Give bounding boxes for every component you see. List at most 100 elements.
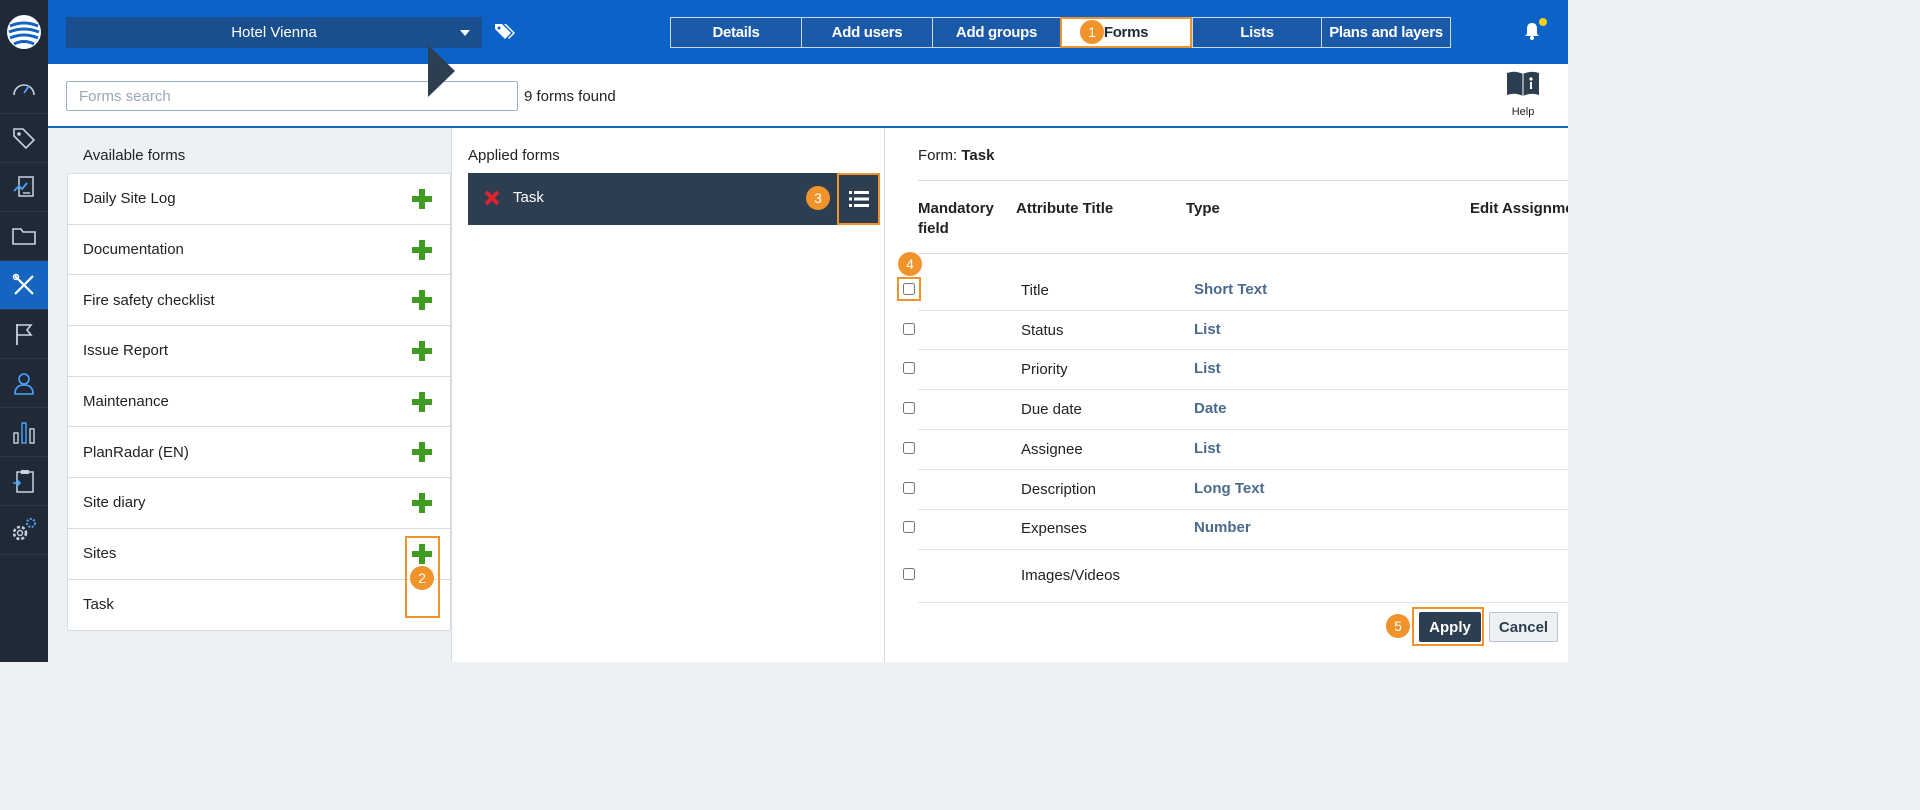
add-icon[interactable] [412, 493, 432, 514]
list-item[interactable]: Fire safety checklist [68, 275, 450, 327]
form-name: Issue Report [83, 342, 169, 360]
attribute-type[interactable]: List [1194, 321, 1221, 338]
add-icon[interactable] [412, 189, 432, 209]
bell-icon[interactable] [1524, 22, 1540, 45]
applied-form-name: Task [513, 189, 544, 206]
mandatory-checkbox[interactable] [903, 442, 915, 454]
callout-marker: 4 [898, 252, 922, 276]
search-row: 9 forms found Help [48, 64, 1568, 128]
project-name: Hotel Vienna [231, 24, 317, 41]
tags-icon[interactable] [0, 114, 48, 163]
mandatory-checkbox[interactable] [903, 323, 915, 335]
form-name: Documentation [83, 241, 184, 259]
available-forms-list: Daily Site Log Documentation Fire safety… [67, 173, 451, 632]
form-name: Task [961, 147, 995, 164]
form-title: Form: Task [918, 147, 994, 164]
available-forms-title: Available forms [83, 147, 186, 164]
mandatory-checkbox[interactable] [903, 362, 915, 374]
list-item[interactable]: Issue Report [68, 326, 450, 377]
available-forms-panel: Available forms Daily Site Log Documenta… [48, 128, 451, 662]
form-name: PlanRadar (EN) [83, 443, 189, 461]
divider [918, 549, 1568, 550]
divider [918, 469, 1568, 470]
chevron-down-icon [460, 30, 470, 36]
tab-bar: Details Add users Add groups Forms Lists… [670, 17, 1451, 48]
attribute-title: Priority [1021, 361, 1068, 378]
add-icon[interactable] [412, 442, 432, 463]
help-button[interactable]: Help [1498, 70, 1548, 118]
dashboard-icon[interactable] [0, 65, 48, 114]
list-item[interactable]: Sites [68, 529, 450, 580]
project-selector[interactable]: Hotel Vienna [66, 17, 482, 48]
user-icon[interactable] [0, 359, 48, 408]
attribute-type[interactable]: Short Text [1194, 281, 1267, 298]
add-icon[interactable] [412, 239, 432, 260]
apply-highlight-frame [1412, 607, 1484, 646]
add-icon[interactable] [412, 290, 432, 311]
list-item[interactable]: Documentation [68, 225, 450, 276]
divider [918, 602, 1568, 603]
navigation-rail [0, 0, 48, 662]
top-bar: Hotel Vienna Details Add users Add group… [48, 0, 1568, 64]
tab-plans-and-layers[interactable]: Plans and layers [1321, 17, 1451, 48]
checkbox-highlight-frame [897, 277, 921, 301]
attribute-type[interactable]: List [1194, 440, 1221, 457]
selection-arrow [428, 45, 455, 97]
divider [918, 389, 1568, 390]
reports-icon[interactable] [0, 163, 48, 212]
attribute-title: Expenses [1021, 520, 1087, 537]
tab-add-groups[interactable]: Add groups [932, 17, 1060, 48]
form-label: Form: [918, 147, 958, 164]
tab-forms-label: Forms [1103, 24, 1149, 41]
planradar-logo-icon[interactable] [0, 0, 48, 64]
list-item[interactable]: PlanRadar (EN) [68, 427, 450, 479]
statistics-icon[interactable] [0, 408, 48, 457]
tab-details[interactable]: Details [670, 17, 801, 48]
list-item[interactable]: Maintenance [68, 377, 450, 428]
mandatory-checkbox[interactable] [903, 521, 915, 533]
header-mandatory-field: Mandatory field [918, 200, 994, 237]
mandatory-checkbox[interactable] [903, 402, 915, 414]
applied-forms-title: Applied forms [468, 147, 560, 164]
callout-marker: 1 [1080, 20, 1104, 44]
clipboard-icon[interactable] [0, 457, 48, 506]
attribute-title: Description [1021, 481, 1097, 498]
divider [918, 429, 1568, 430]
list-item[interactable]: Daily Site Log [68, 174, 450, 225]
form-name: Daily Site Log [83, 190, 176, 208]
attribute-title: Due date [1021, 401, 1082, 418]
attribute-title: Status [1021, 322, 1064, 339]
tab-lists[interactable]: Lists [1192, 17, 1321, 48]
tags-icon[interactable] [494, 22, 516, 47]
tab-add-users[interactable]: Add users [801, 17, 932, 48]
attribute-type[interactable]: Number [1194, 519, 1251, 536]
remove-icon[interactable] [484, 190, 500, 210]
list-item[interactable]: Site diary [68, 478, 450, 529]
add-icon[interactable] [412, 391, 432, 412]
list-icon[interactable] [837, 173, 880, 225]
folder-icon[interactable] [0, 212, 48, 261]
flag-icon[interactable] [0, 310, 48, 359]
attribute-type[interactable]: Date [1194, 400, 1227, 417]
mandatory-checkbox[interactable] [903, 568, 915, 580]
attribute-type[interactable]: Long Text [1194, 480, 1265, 497]
book-icon [1507, 71, 1539, 96]
add-icon[interactable] [412, 341, 432, 362]
form-name: Sites [83, 545, 117, 563]
settings-icon[interactable] [0, 506, 48, 555]
attribute-title: Title [1021, 282, 1049, 299]
form-name: Site diary [83, 494, 146, 512]
divider [918, 253, 1568, 254]
list-item[interactable]: Task [68, 580, 450, 631]
callout-marker: 3 [806, 186, 830, 210]
attribute-type[interactable]: List [1194, 360, 1221, 377]
tools-icon[interactable] [0, 261, 48, 310]
header-attribute-title: Attribute Title [1016, 200, 1114, 217]
notification-dot [1539, 18, 1547, 26]
header-edit-assignment: Edit Assignment [1470, 200, 1568, 217]
header-type: Type [1186, 200, 1220, 217]
app-window: Hotel Vienna Details Add users Add group… [0, 0, 1568, 662]
cancel-button[interactable]: Cancel [1489, 612, 1558, 642]
mandatory-checkbox[interactable] [903, 482, 915, 494]
divider [918, 180, 1568, 181]
